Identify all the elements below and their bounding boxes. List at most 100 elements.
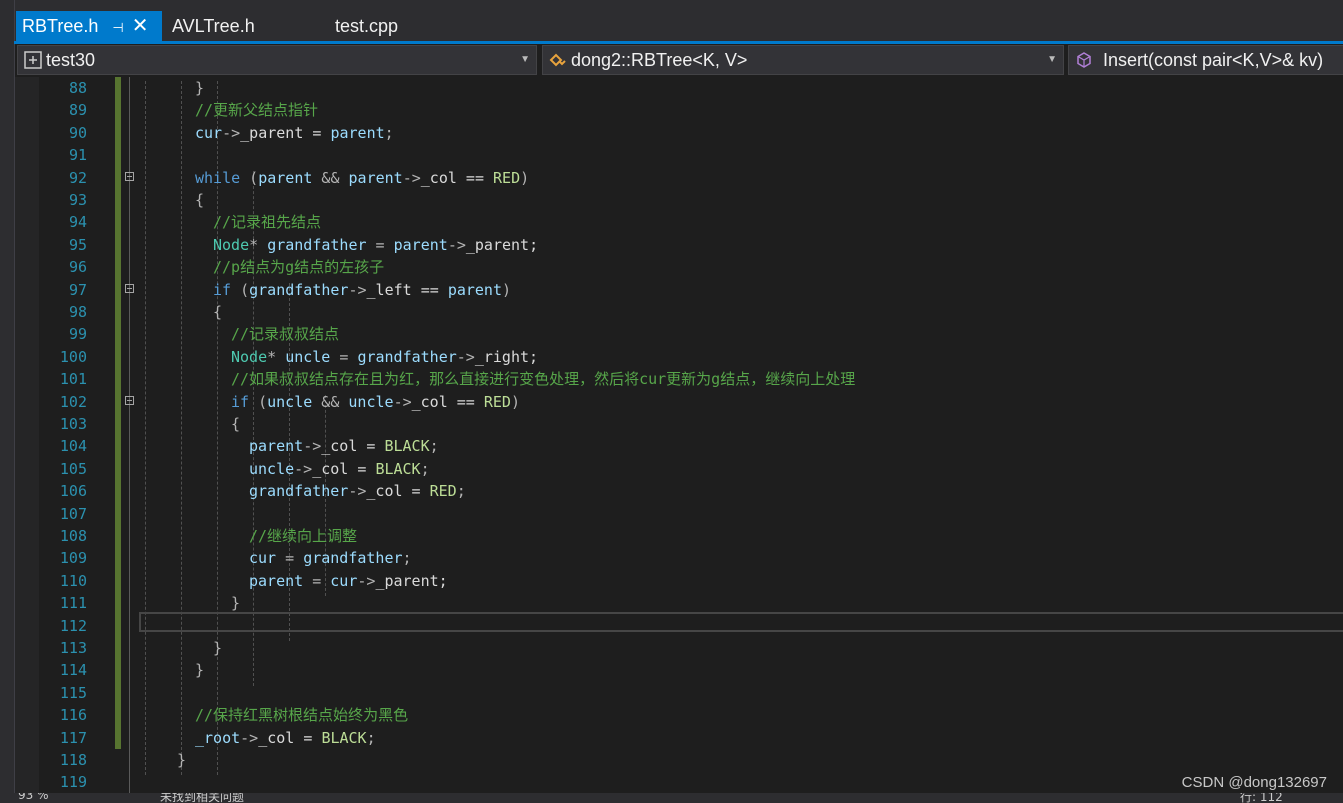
code-text: uncle->_col = BLACK; xyxy=(249,458,430,480)
code-text: } xyxy=(195,659,204,681)
code-text: //如果叔叔结点存在且为红，那么直接进行变色处理，然后将cur更新为g结点，继续… xyxy=(231,368,855,390)
line-number: 92 xyxy=(68,168,87,187)
code-line[interactable]: 89 //更新父结点指针 xyxy=(15,99,1343,122)
code-line[interactable]: 94 //记录祖先结点 xyxy=(15,211,1343,234)
code-line[interactable]: 92 while (parent && parent->_col == RED) xyxy=(15,166,1343,189)
code-token: && xyxy=(312,168,349,187)
code-token: grandfather xyxy=(357,347,457,366)
code-token: { xyxy=(231,415,241,433)
code-text: if (uncle && uncle->_col == RED) xyxy=(231,391,520,413)
change-indicator xyxy=(115,323,121,346)
code-line[interactable]: 118} xyxy=(15,749,1343,771)
change-indicator xyxy=(115,99,121,122)
line-number: 100 xyxy=(59,347,87,366)
code-token: cur xyxy=(195,123,223,142)
close-icon[interactable]: ✕ xyxy=(132,15,149,37)
code-editor[interactable]: 88} 89//更新父结点指针 90 cur->_parent = parent; 91… xyxy=(15,77,1343,793)
left-tool-strip xyxy=(0,0,15,803)
code-token: grandfather xyxy=(249,280,349,299)
code-token: //保持红黑树根结点始终为黑色 xyxy=(195,706,409,725)
code-line[interactable]: 117 _root->_col = BLACK; xyxy=(15,726,1343,749)
code-token: _right; xyxy=(474,347,539,366)
code-line[interactable]: 102 if (uncle && uncle->_col == RED) xyxy=(15,390,1343,413)
code-text: { xyxy=(195,189,204,211)
code-line[interactable]: 96 //p结点为g结点的左孩子 xyxy=(15,256,1343,279)
tab-avltree-h[interactable]: AVLTree.h xyxy=(172,11,255,41)
code-token: -> xyxy=(294,459,313,478)
code-token: _parent; xyxy=(465,235,539,254)
tab-test-cpp[interactable]: test.cpp xyxy=(335,11,398,41)
code-line[interactable]: 111} xyxy=(15,592,1343,615)
code-token: if xyxy=(213,280,232,299)
code-line[interactable]: 116 //保持红黑树根结点始终为黑色 xyxy=(15,704,1343,727)
code-line[interactable]: 112 xyxy=(15,614,1343,637)
line-number: 115 xyxy=(59,683,87,702)
code-line[interactable]: 106 grandfather->_col = RED; xyxy=(15,480,1343,503)
code-line[interactable]: 103 { xyxy=(15,413,1343,436)
code-line[interactable]: 110 parent = cur->_parent; xyxy=(15,569,1343,593)
change-indicator xyxy=(115,435,121,458)
code-line[interactable]: 113} xyxy=(15,637,1343,660)
line-number: 90 xyxy=(68,123,87,142)
code-line[interactable]: 104 parent->_col = BLACK; xyxy=(15,435,1343,458)
collapse-icon[interactable] xyxy=(125,283,134,293)
code-line[interactable]: 108 //继续向上调整 xyxy=(15,525,1343,548)
zoom-level[interactable]: 93 % xyxy=(18,793,49,802)
line-number: 111 xyxy=(59,594,87,613)
code-line[interactable]: 119 xyxy=(15,771,1343,793)
change-indicator xyxy=(115,345,121,369)
code-token: -> xyxy=(402,168,421,187)
project-dropdown[interactable]: test30 ▼ xyxy=(17,45,537,75)
line-number: 103 xyxy=(59,415,87,433)
code-token: cur xyxy=(330,571,358,590)
code-token: ) xyxy=(510,392,520,411)
code-text: //p结点为g结点的左孩子 xyxy=(213,256,384,278)
change-indicator xyxy=(115,704,121,727)
member-dropdown[interactable]: Insert(const pair<K,V>& kv) xyxy=(1068,45,1343,75)
code-token: BLACK xyxy=(384,437,430,456)
change-indicator xyxy=(115,681,121,705)
code-line[interactable]: 98 { xyxy=(15,301,1343,324)
code-line[interactable]: 99 //记录叔叔结点 xyxy=(15,323,1343,346)
tab-rbtree-h[interactable]: RBTree.h ⊣ ✕ xyxy=(16,11,162,41)
pin-icon[interactable]: ⊣ xyxy=(112,20,123,35)
code-token: = xyxy=(276,549,304,568)
code-token: _root xyxy=(195,728,241,747)
code-line[interactable]: 88} xyxy=(15,77,1343,100)
scope-dropdown[interactable]: dong2::RBTree<K, V> ▼ xyxy=(542,45,1064,75)
code-token: cur xyxy=(249,549,277,568)
code-line[interactable]: 93 { xyxy=(15,189,1343,212)
code-token: * xyxy=(267,347,286,366)
line-number: 114 xyxy=(59,661,87,680)
code-token: ) xyxy=(502,280,512,299)
code-text: _root->_col = BLACK; xyxy=(195,727,376,749)
code-line[interactable]: 100 Node* uncle = grandfather->_right; xyxy=(15,345,1343,369)
code-token: _parent; xyxy=(375,571,448,590)
code-line[interactable]: 91 xyxy=(15,144,1343,167)
chevron-down-icon: ▼ xyxy=(520,54,530,65)
line-number: 97 xyxy=(68,280,87,299)
tab-bar: RBTree.h ⊣ ✕ AVLTree.h test.cpp xyxy=(0,0,1343,803)
code-text: { xyxy=(231,413,240,435)
issues-status[interactable]: 未找到相关问题 xyxy=(160,793,244,803)
change-indicator xyxy=(115,413,121,436)
code-token: grandfather xyxy=(303,549,403,568)
code-line[interactable]: 105 uncle->_col = BLACK; xyxy=(15,457,1343,481)
tab-label: RBTree.h xyxy=(22,16,99,36)
code-line[interactable]: 115 xyxy=(15,681,1343,705)
code-line[interactable]: 101 //如果叔叔结点存在且为红，那么直接进行变色处理，然后将cur更新为g结点… xyxy=(15,368,1343,391)
code-token: _parent = xyxy=(240,123,331,142)
code-line[interactable]: 90 cur->_parent = parent; xyxy=(15,121,1343,145)
code-line[interactable]: 97 if (grandfather->_left == parent) xyxy=(15,278,1343,301)
code-token: ) xyxy=(520,168,530,187)
collapse-icon[interactable] xyxy=(125,395,134,405)
code-token: uncle xyxy=(285,347,331,366)
code-token: parent xyxy=(393,235,448,254)
collapse-icon[interactable] xyxy=(125,171,134,181)
code-token: //p结点为g结点的左孩子 xyxy=(213,258,385,277)
code-line[interactable]: 109 cur = grandfather; xyxy=(15,547,1343,570)
code-line[interactable]: 95 Node* grandfather = parent->_parent; xyxy=(15,233,1343,257)
code-line[interactable]: 114} xyxy=(15,659,1343,682)
code-line[interactable]: 107 xyxy=(15,502,1343,525)
code-token: * xyxy=(249,235,268,254)
